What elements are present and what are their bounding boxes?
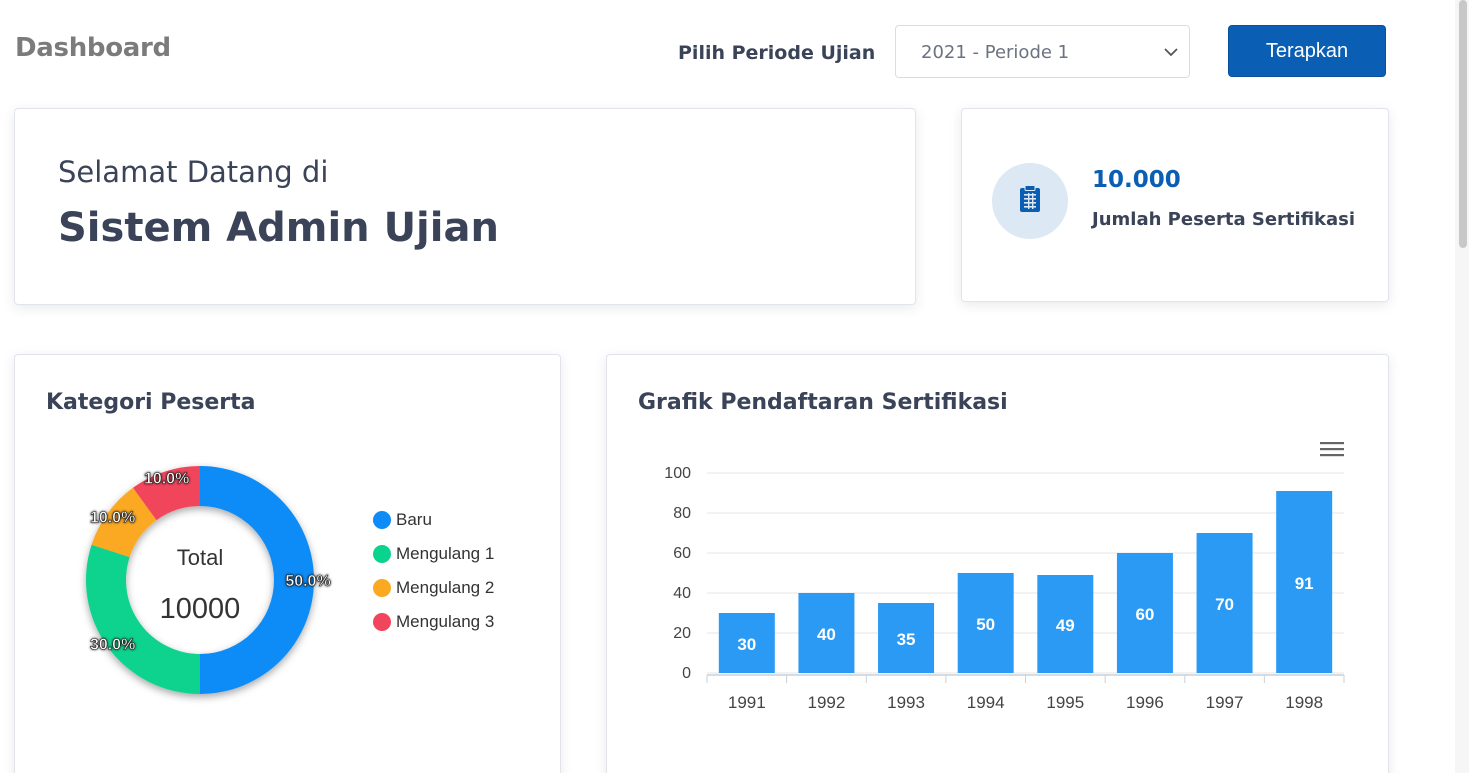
y-tick-label: 40 (673, 585, 691, 602)
legend-marker (373, 579, 391, 597)
legend-label: Mengulang 1 (396, 544, 495, 563)
page-scrollbar[interactable] (1455, 0, 1469, 773)
welcome-system-name: Sistem Admin Ujian (58, 205, 499, 251)
x-tick-label: 1992 (808, 693, 846, 712)
x-tick-label: 1998 (1285, 693, 1323, 712)
scrollbar-thumb[interactable] (1459, 0, 1467, 248)
chevron-down-icon (1161, 38, 1181, 66)
registration-card-title: Grafik Pendaftaran Sertifikasi (638, 390, 1008, 415)
donut-chart: Total 10000 50.0% 30.0% 10.0% 10.0% (85, 466, 331, 694)
bar-data-label: 30 (737, 635, 756, 654)
donut-center-label: Total (177, 545, 223, 570)
category-card: Kategori Peserta Total 10000 50.0% 30.0% 1… (14, 354, 561, 773)
period-label: Pilih Periode Ujian (678, 42, 876, 64)
legend-label: Mengulang 3 (396, 612, 495, 631)
legend-label: Mengulang 2 (396, 578, 495, 597)
bar-data-label: 40 (817, 625, 836, 644)
y-tick-label: 20 (673, 625, 691, 642)
y-tick-label: 100 (664, 465, 691, 482)
bar-data-label: 91 (1295, 574, 1314, 593)
y-tick-label: 60 (673, 545, 691, 562)
stat-icon-circle (992, 163, 1068, 239)
y-tick-label: 0 (682, 665, 691, 682)
legend-marker (373, 511, 391, 529)
bar-data-label: 50 (976, 615, 995, 634)
legend-item[interactable]: Mengulang 2 (373, 571, 494, 605)
stat-label: Jumlah Peserta Sertifikasi (1092, 209, 1356, 230)
legend-item[interactable]: Mengulang 3 (373, 605, 494, 639)
y-tick-label: 80 (673, 505, 691, 522)
legend-label: Baru (396, 510, 432, 529)
donut-center-value: 10000 (160, 593, 241, 625)
bar-data-label: 60 (1135, 605, 1154, 624)
bar-data-label: 35 (897, 630, 916, 649)
clipboard-icon (1019, 185, 1041, 217)
category-card-title: Kategori Peserta (46, 390, 256, 415)
legend-item[interactable]: Mengulang 1 (373, 537, 494, 571)
welcome-greeting: Selamat Datang di (58, 155, 329, 189)
period-select[interactable]: 2021 - Periode 1 (895, 25, 1190, 78)
donut-data-label: 10.0% (90, 510, 135, 527)
x-tick-label: 1991 (728, 693, 766, 712)
period-select-value: 2021 - Periode 1 (921, 42, 1070, 63)
bar-data-label: 70 (1215, 595, 1234, 614)
legend-marker (373, 545, 391, 563)
donut-data-label: 50.0% (285, 573, 330, 590)
donut-data-label: 10.0% (144, 470, 189, 487)
x-tick-label: 1993 (887, 693, 925, 712)
stat-value: 10.000 (1092, 167, 1181, 193)
x-tick-label: 1997 (1206, 693, 1244, 712)
bar-data-label: 49 (1056, 616, 1075, 635)
legend-item[interactable]: Baru (373, 503, 494, 537)
x-tick-label: 1996 (1126, 693, 1164, 712)
donut-data-label: 30.0% (90, 636, 135, 653)
page-title: Dashboard (15, 33, 171, 63)
registration-chart-card: Grafik Pendaftaran Sertifikasi 0 20 40 60 80… (606, 354, 1389, 773)
bar-chart: 0 20 40 60 80 100 30 1991 40 1992 35 1993 50 1994 49 19… (664, 465, 1345, 712)
welcome-card: Selamat Datang di Sistem Admin Ujian (14, 108, 916, 305)
legend-marker (373, 613, 391, 631)
donut-legend: Baru Mengulang 1 Mengulang 2 Mengulang 3 (373, 503, 494, 639)
apply-button[interactable]: Terapkan (1228, 25, 1386, 77)
participant-stat-card: 10.000 Jumlah Peserta Sertifikasi (961, 108, 1389, 302)
x-tick-label: 1994 (967, 693, 1005, 712)
x-tick-label: 1995 (1046, 693, 1084, 712)
